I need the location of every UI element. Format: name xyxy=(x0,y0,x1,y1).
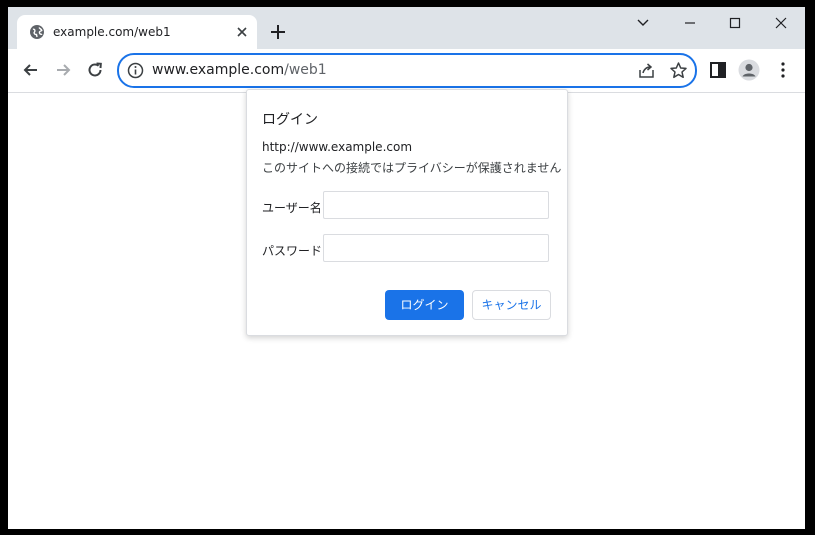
kebab-menu-icon[interactable] xyxy=(772,59,794,81)
tab-strip: example.com/web1 xyxy=(8,7,805,49)
login-dialog: ログイン http://www.example.com このサイトへの接続ではプ… xyxy=(246,89,568,336)
password-field[interactable] xyxy=(323,234,549,262)
url-host: www.example.com xyxy=(152,62,285,78)
address-bar[interactable]: www.example.com/web1 xyxy=(117,53,697,88)
share-icon[interactable] xyxy=(637,61,656,80)
star-icon[interactable] xyxy=(669,61,688,80)
login-button[interactable]: ログイン xyxy=(385,290,464,320)
info-icon[interactable] xyxy=(127,62,144,79)
window-close-icon[interactable] xyxy=(771,13,791,33)
minimize-icon[interactable] xyxy=(680,13,700,33)
maximize-icon[interactable] xyxy=(725,13,745,33)
close-icon[interactable] xyxy=(235,25,249,39)
back-arrow-icon[interactable] xyxy=(21,60,41,80)
toolbar: www.example.com/web1 xyxy=(8,49,805,93)
forward-arrow-icon[interactable] xyxy=(53,60,73,80)
username-label: ユーザー名 xyxy=(262,201,322,215)
username-field[interactable] xyxy=(323,191,549,219)
profile-avatar-icon[interactable] xyxy=(738,59,760,81)
tab-title: example.com/web1 xyxy=(53,25,171,39)
url-text[interactable]: www.example.com/web1 xyxy=(152,62,327,79)
browser-window: example.com/web1 www.example.com/web1 ログ… xyxy=(8,7,805,529)
plus-icon[interactable] xyxy=(269,23,287,41)
reload-icon[interactable] xyxy=(85,60,105,80)
password-label: パスワード xyxy=(262,244,323,258)
chevron-down-icon[interactable] xyxy=(633,13,653,33)
active-tab[interactable]: example.com/web1 xyxy=(17,15,257,49)
dialog-title: ログイン xyxy=(262,112,318,128)
url-path: /web1 xyxy=(284,62,327,78)
privacy-warning: このサイトへの接続ではプライバシーが保護されません xyxy=(262,161,562,175)
cancel-button[interactable]: キャンセル xyxy=(472,290,551,320)
globe-icon xyxy=(30,25,44,39)
dialog-origin: http://www.example.com xyxy=(262,140,413,154)
side-panel-icon[interactable] xyxy=(707,59,729,81)
